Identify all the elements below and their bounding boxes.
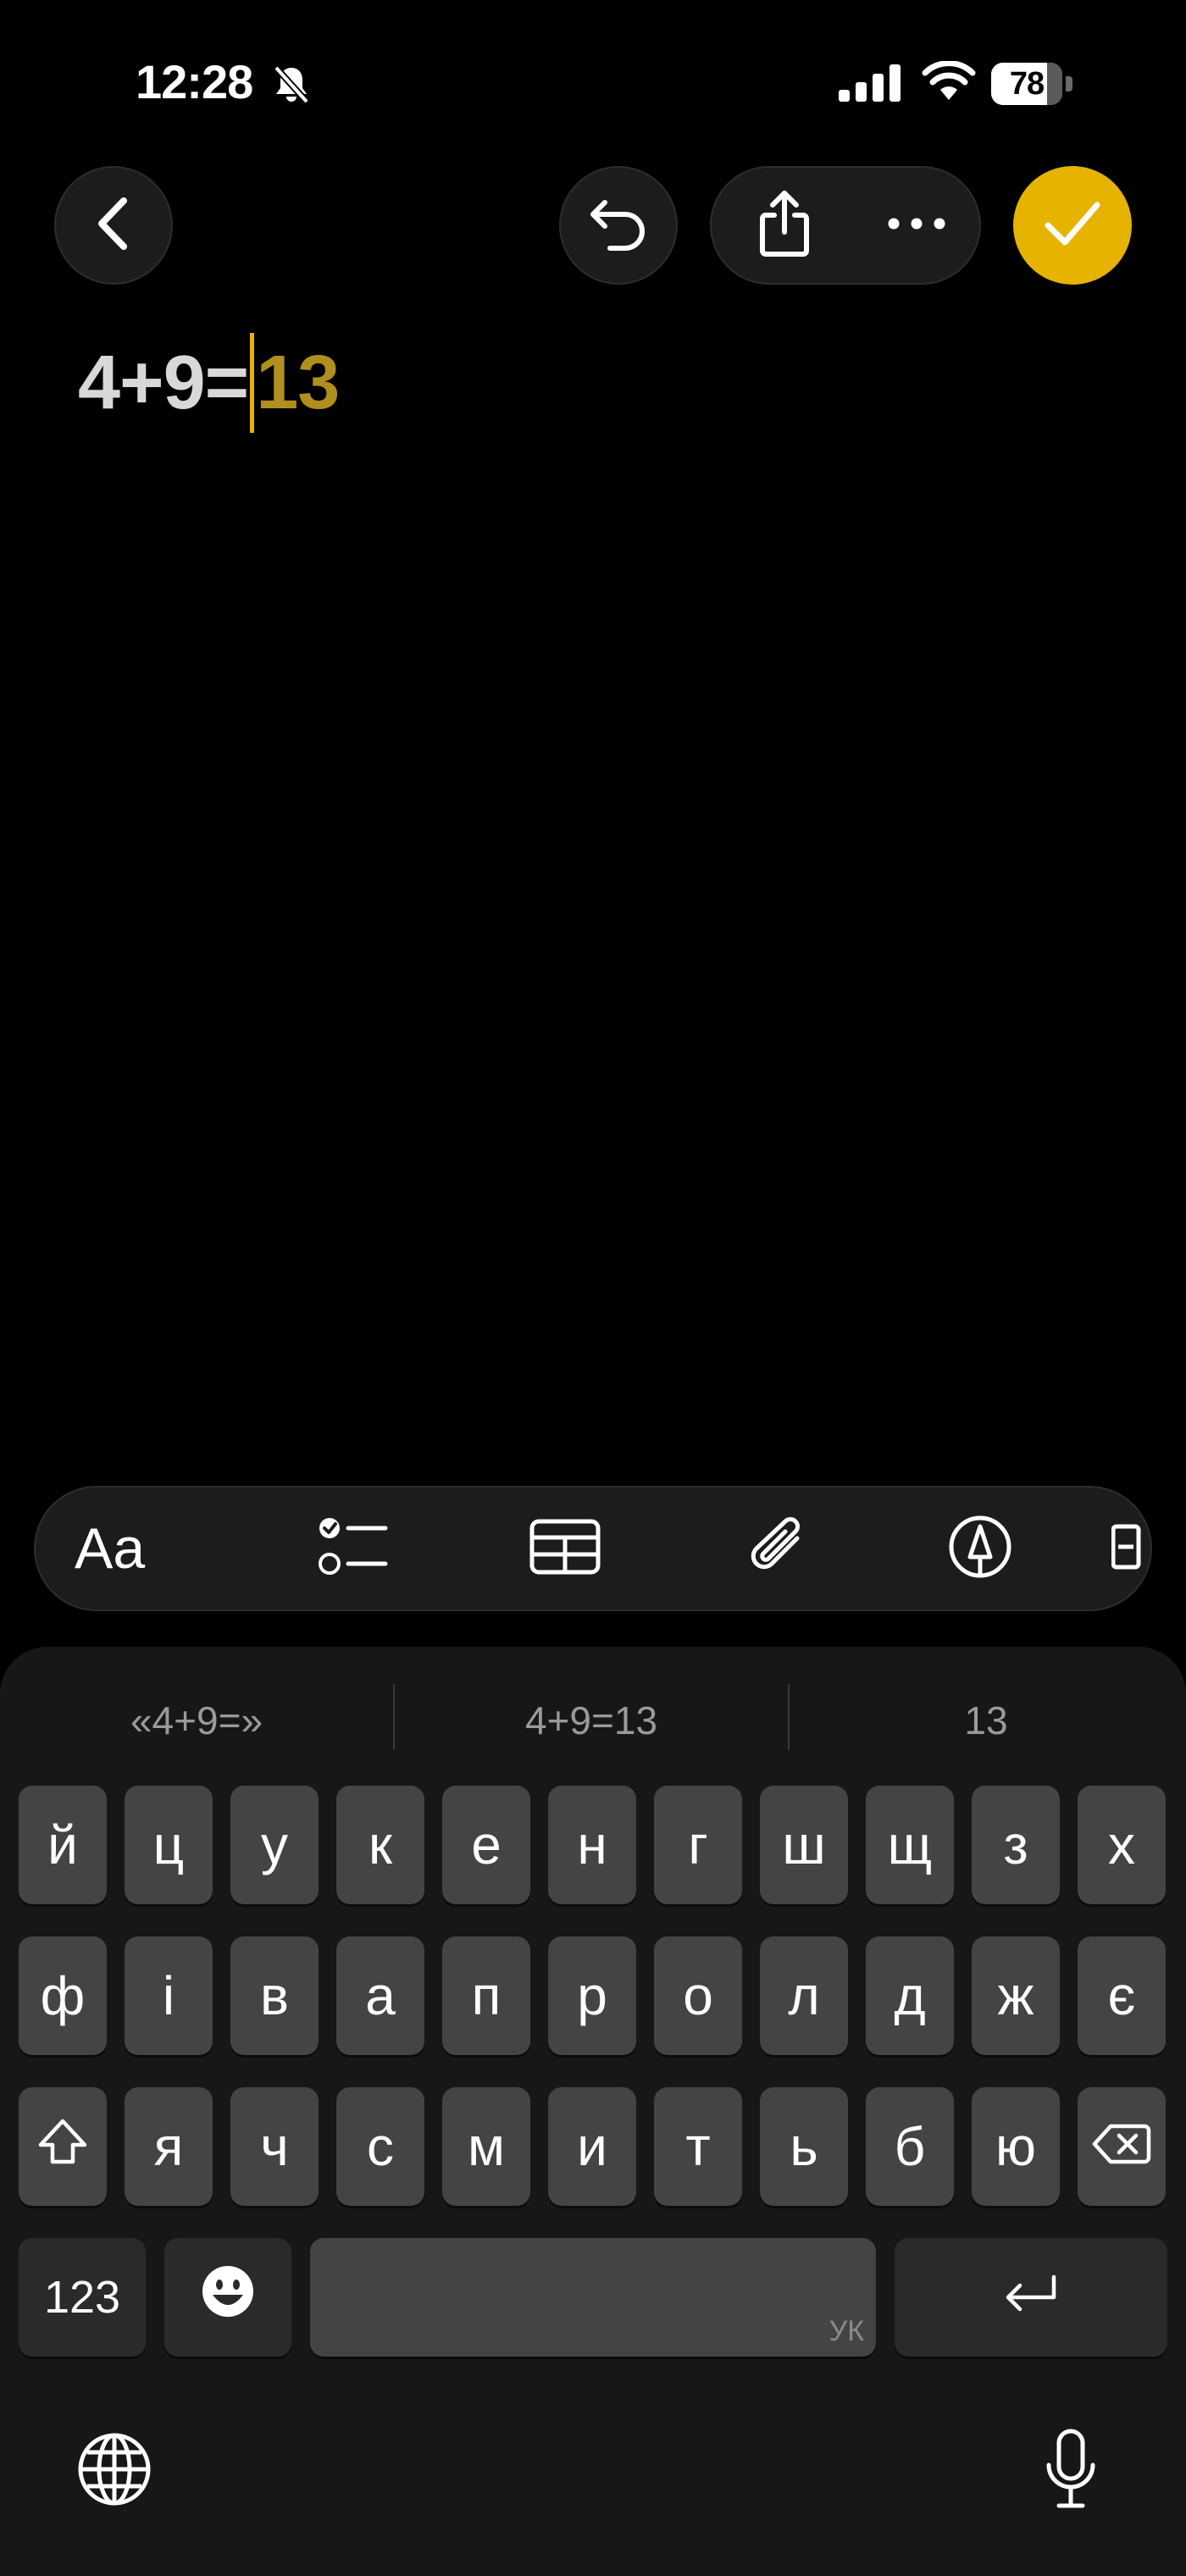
key[interactable]: ш <box>760 1786 848 1904</box>
key[interactable]: п <box>442 1936 530 2055</box>
checklist-button[interactable] <box>290 1487 417 1609</box>
microphone-icon <box>1044 2428 1098 2515</box>
key[interactable]: б <box>866 2087 954 2206</box>
key[interactable]: ь <box>760 2087 848 2206</box>
key[interactable]: ц <box>125 1786 213 1904</box>
partial-format-icon <box>1111 1523 1145 1575</box>
key[interactable]: д <box>866 1936 954 2055</box>
text-caret <box>250 333 255 433</box>
space-key[interactable]: УК <box>310 2238 876 2357</box>
table-button[interactable] <box>502 1487 629 1609</box>
markup-button[interactable] <box>917 1487 1044 1609</box>
key[interactable]: ю <box>972 2087 1060 2206</box>
share-button[interactable] <box>740 181 829 269</box>
key[interactable]: с <box>336 2087 424 2206</box>
key[interactable]: о <box>654 1936 742 2055</box>
undo-icon <box>588 196 649 256</box>
formatting-toolbar: Aa <box>34 1486 1152 1611</box>
bell-slash-icon <box>273 64 310 109</box>
key[interactable]: и <box>548 2087 636 2206</box>
text-style-button[interactable]: Aa <box>75 1487 145 1609</box>
delete-key[interactable] <box>1078 2087 1166 2206</box>
language-code: УК <box>829 2315 864 2347</box>
globe-icon <box>77 2432 152 2511</box>
math-result[interactable]: 13 <box>256 340 340 427</box>
key[interactable]: в <box>230 1936 319 2055</box>
key[interactable]: щ <box>866 1786 954 1904</box>
key[interactable]: р <box>548 1936 636 2055</box>
keyboard: «4+9=» 4+9=13 13 й ц у к е н г ш щ з х ф… <box>0 1647 1186 2576</box>
note-body[interactable]: 4+9= 13 <box>78 332 340 434</box>
key[interactable]: х <box>1078 1786 1166 1904</box>
key[interactable]: к <box>336 1786 424 1904</box>
battery-level: 78 <box>1009 66 1045 102</box>
key[interactable]: є <box>1078 1936 1166 2055</box>
key[interactable]: а <box>336 1936 424 2055</box>
cellular-signal-icon <box>839 64 901 106</box>
return-icon <box>1003 2266 1059 2329</box>
key[interactable]: ч <box>230 2087 319 2206</box>
wifi-icon <box>922 60 976 106</box>
ellipsis-icon <box>887 217 946 235</box>
table-icon <box>529 1519 601 1579</box>
math-expression: 4+9= <box>78 340 249 425</box>
key[interactable]: т <box>654 2087 742 2206</box>
key[interactable]: і <box>125 1936 213 2055</box>
status-time: 12:28 <box>136 55 253 108</box>
emoji-icon <box>201 2264 255 2331</box>
checklist-icon <box>318 1515 389 1583</box>
suggestion-1[interactable]: «4+9=» <box>0 1682 393 1759</box>
more-button[interactable] <box>873 181 961 269</box>
key[interactable]: у <box>230 1786 319 1904</box>
key[interactable]: з <box>972 1786 1060 1904</box>
key[interactable]: ф <box>19 1936 107 2055</box>
key[interactable]: ж <box>972 1936 1060 2055</box>
share-more-group <box>710 166 981 285</box>
markup-pen-icon <box>948 1515 1012 1583</box>
shift-key[interactable] <box>19 2087 107 2206</box>
battery-indicator: 78 <box>991 63 1072 105</box>
shift-icon <box>37 2115 88 2178</box>
undo-button[interactable] <box>559 166 678 285</box>
key[interactable]: й <box>19 1786 107 1904</box>
done-button[interactable] <box>1013 166 1132 285</box>
globe-button[interactable] <box>71 2428 158 2514</box>
checkmark-icon <box>1043 198 1102 253</box>
emoji-key[interactable] <box>164 2238 291 2357</box>
key[interactable]: я <box>125 2087 213 2206</box>
dictation-button[interactable] <box>1028 2424 1113 2518</box>
key[interactable]: н <box>548 1786 636 1904</box>
suggestion-3[interactable]: 13 <box>790 1682 1183 1759</box>
return-key[interactable] <box>895 2238 1167 2357</box>
paperclip-icon <box>746 1513 807 1585</box>
battery-icon <box>1066 76 1072 91</box>
suggestion-2[interactable]: 4+9=13 <box>395 1682 788 1759</box>
more-format-button[interactable] <box>1111 1487 1150 1609</box>
key[interactable]: е <box>442 1786 530 1904</box>
delete-icon <box>1092 2115 1151 2178</box>
attachment-button[interactable] <box>713 1487 840 1609</box>
key[interactable]: г <box>654 1786 742 1904</box>
chevron-left-icon <box>90 194 137 258</box>
key[interactable]: л <box>760 1936 848 2055</box>
key[interactable]: м <box>442 2087 530 2206</box>
back-button[interactable] <box>54 166 173 285</box>
numbers-key[interactable]: 123 <box>19 2238 146 2357</box>
share-icon <box>757 190 812 262</box>
